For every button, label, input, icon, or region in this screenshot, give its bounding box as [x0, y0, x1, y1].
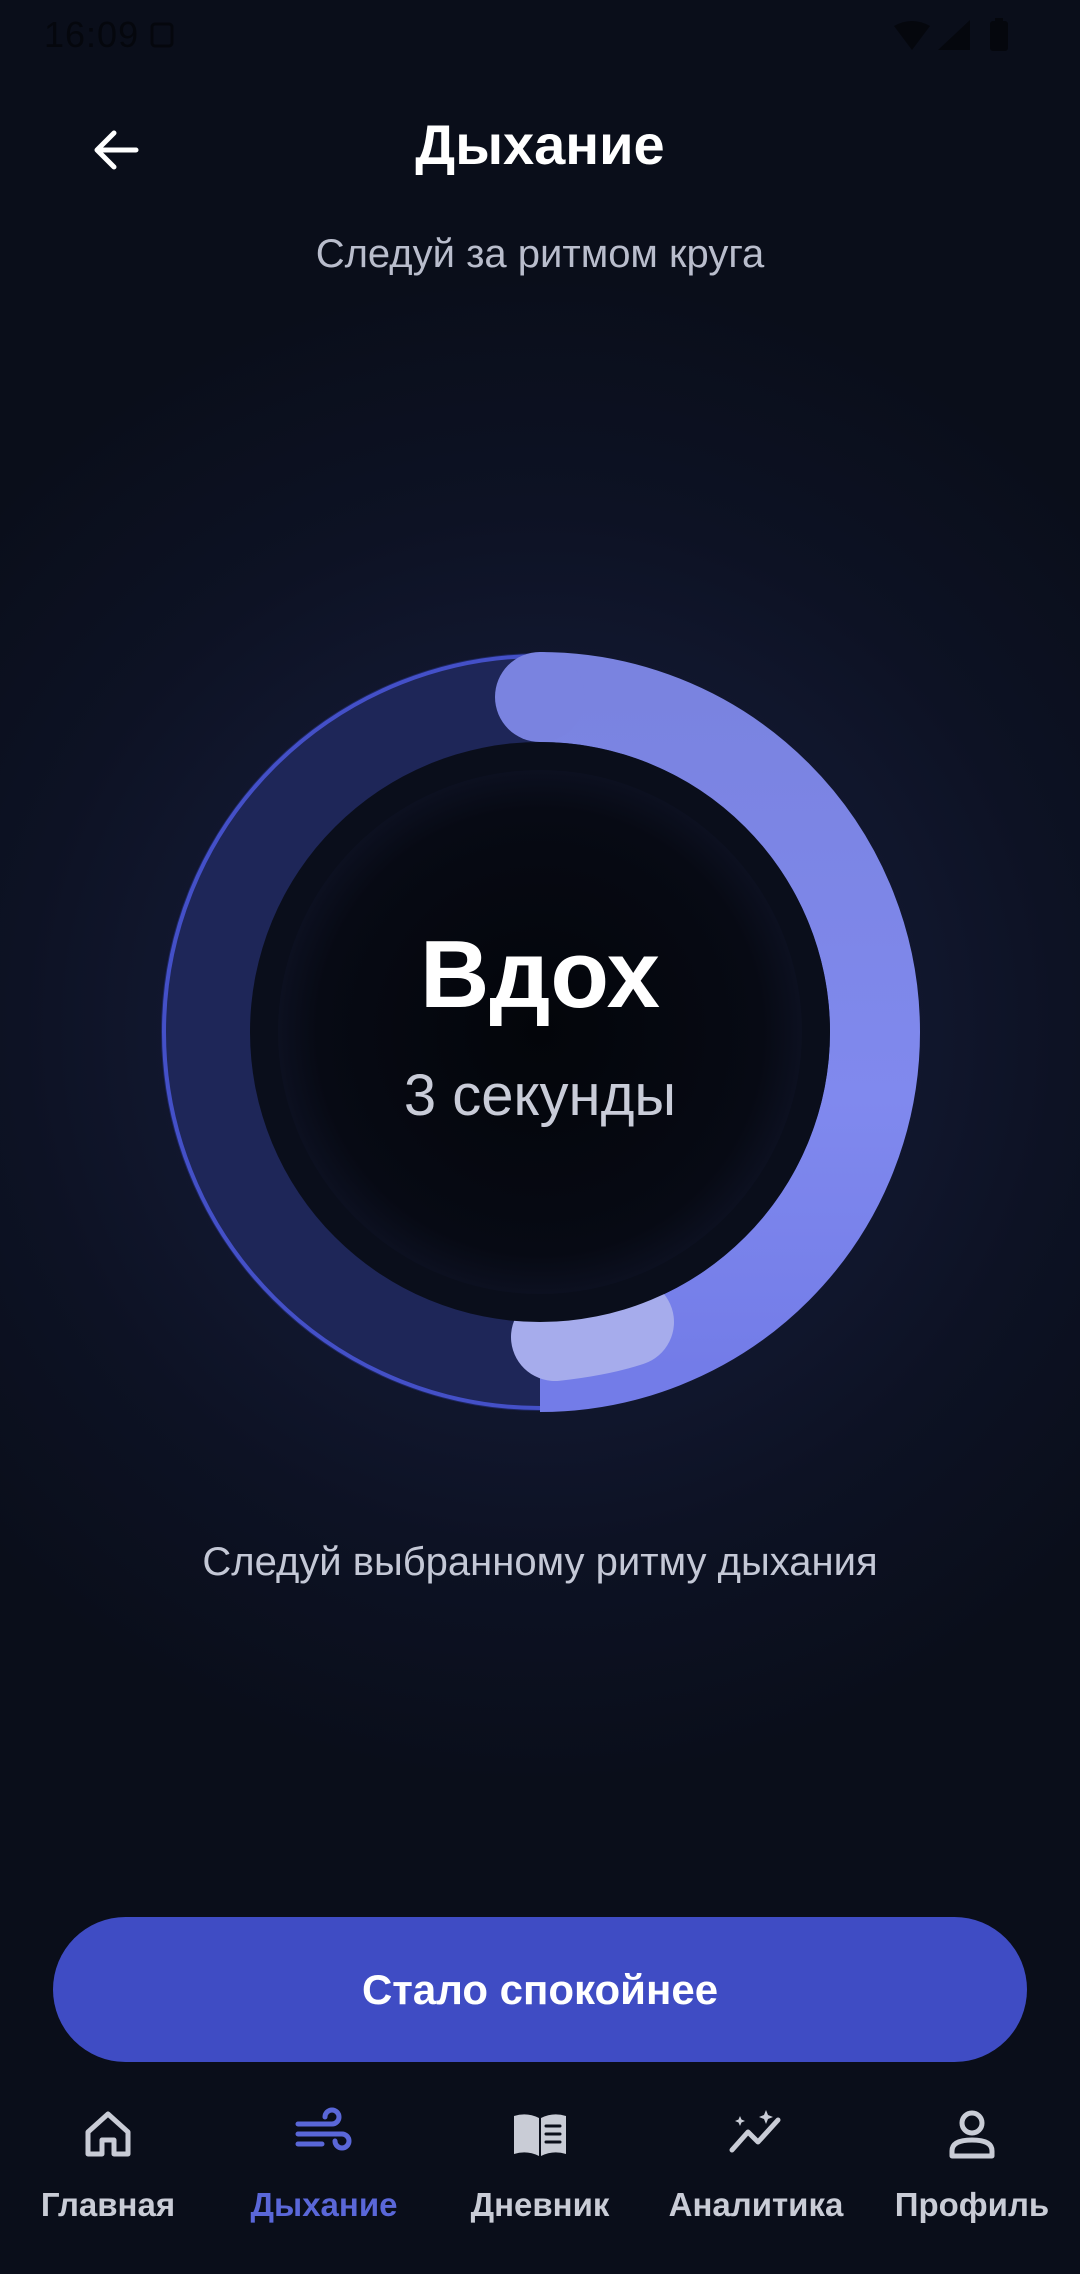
bottom-nav: Главная Дыхание Дневник Аналитика Профил…	[0, 2090, 1080, 2274]
breath-phase-duration: 3 секунды	[403, 1063, 677, 1128]
analytics-icon	[729, 2110, 781, 2153]
status-time: 16:09	[44, 14, 140, 55]
breathing-screen: 16:09 Дыхание Следуй за ритмом круга Вдо…	[0, 0, 1080, 2274]
nav-label-profile: Профиль	[894, 2186, 1050, 2223]
status-icons	[894, 18, 1008, 51]
calmer-button[interactable]: Стало спокойнее	[53, 1917, 1027, 2062]
battery-icon	[990, 21, 1008, 51]
nav-label-home: Главная	[40, 2186, 176, 2223]
nav-label-diary: Дневник	[470, 2186, 610, 2223]
breath-phase-label: Вдох	[420, 921, 660, 1028]
nav-item-diary[interactable]: Дневник	[432, 2090, 648, 2274]
status-bar: 16:09	[0, 0, 1080, 70]
page-subtitle: Следуй за ритмом круга	[315, 232, 765, 276]
wifi-icon	[894, 21, 930, 50]
nav-item-home[interactable]: Главная	[0, 2090, 216, 2274]
breathing-hint: Следуй выбранному ритму дыхания	[202, 1540, 878, 1584]
ring-progress-start-cap	[495, 652, 585, 742]
home-icon	[85, 2111, 131, 2157]
wind-icon	[295, 2107, 352, 2151]
nav-item-breathing[interactable]: Дыхание	[216, 2090, 432, 2274]
profile-icon	[949, 2110, 995, 2159]
book-icon	[514, 2114, 566, 2156]
nav-label-breathing: Дыхание	[250, 2186, 398, 2223]
nav-item-analytics[interactable]: Аналитика	[648, 2090, 864, 2274]
nav-item-profile[interactable]: Профиль	[864, 2090, 1080, 2274]
signal-icon	[938, 20, 970, 50]
page-title: Дыхание	[415, 113, 665, 176]
nav-label-analytics: Аналитика	[668, 2186, 844, 2223]
ring-progress-end-handle	[511, 1278, 674, 1381]
sim-card-icon	[150, 22, 174, 48]
breathing-ring	[161, 652, 920, 1412]
breathing-circle: Вдох 3 секунды	[160, 652, 920, 1412]
inner-disc	[278, 770, 802, 1294]
